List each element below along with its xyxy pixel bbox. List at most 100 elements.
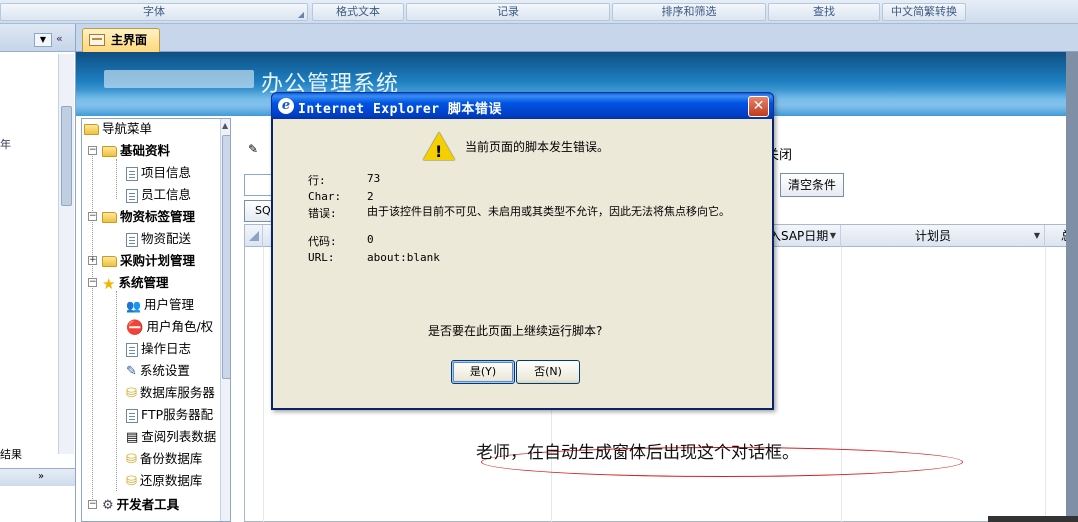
tree-node-system-settings[interactable]: ✎ 系统设置: [126, 361, 190, 381]
navigation-pane-header: ▼ «: [0, 24, 75, 52]
nav-result-label: 结果: [0, 448, 22, 461]
dialog-title: Internet Explorer 脚本错误: [298, 102, 502, 117]
warning-exclamation: !: [435, 142, 443, 161]
tree-node-operation-log[interactable]: 操作日志: [126, 339, 191, 359]
tree-node-label: 备份数据库: [139, 451, 203, 466]
document-tab-strip: 主界面: [76, 24, 1078, 52]
select-all-corner[interactable]: [245, 225, 263, 247]
ribbon-group-rich-text[interactable]: 格式文本: [312, 3, 404, 21]
tree-node-ftp-server[interactable]: FTP服务器配: [126, 405, 213, 425]
list-icon: ▤: [126, 429, 139, 445]
star-icon: ★: [102, 274, 116, 293]
ribbon-group-label: 查找: [813, 5, 835, 18]
tree-node-db-server[interactable]: ⛁ 数据库服务器: [126, 383, 215, 403]
tree-node-system-mgmt[interactable]: ★ 系统管理: [102, 273, 168, 293]
column-header-planner[interactable]: 计划员 ▼: [841, 225, 1045, 247]
tree-node-dev-tools[interactable]: ⚙ 开发者工具: [102, 495, 179, 515]
column-header-label: 计划员: [915, 229, 952, 243]
folder-open-icon: [102, 212, 117, 223]
folder-icon: [102, 256, 117, 267]
dialog-heading: 当前页面的脚本发生错误。: [465, 140, 610, 154]
tab-main-interface[interactable]: 主界面: [82, 28, 160, 52]
chevron-down-icon[interactable]: ▼: [34, 33, 52, 47]
yes-button[interactable]: 是(Y): [451, 360, 515, 384]
field-label-line: 行:: [308, 174, 326, 187]
tree-node-user-roles[interactable]: ⛔ 用户角色/权: [126, 317, 213, 337]
scrollbar-thumb[interactable]: [61, 106, 72, 206]
collapse-pane-icon[interactable]: «: [56, 32, 63, 45]
ribbon-group-font[interactable]: 字体 ◢: [0, 3, 308, 21]
document-icon: [126, 166, 138, 181]
collapse-icon[interactable]: −: [88, 146, 97, 155]
database-icon: ⛁: [126, 385, 137, 401]
document-icon: [126, 188, 138, 203]
tree-node-label: 物资配送: [141, 231, 192, 246]
script-error-dialog: e Internet Explorer 脚本错误 ✕ ! 当前页面的脚本发生错误…: [271, 92, 774, 410]
ribbon-group-label: 排序和筛选: [661, 5, 717, 18]
tree-guide-line: [92, 147, 93, 499]
dropdown-arrow-icon[interactable]: ▼: [830, 225, 836, 247]
dialog-launcher-icon[interactable]: ◢: [298, 7, 304, 23]
tree-node-lookup-data[interactable]: ▤ 查阅列表数据: [126, 427, 216, 447]
tree-scrollbar[interactable]: ▲: [220, 119, 230, 521]
tree-node-material-delivery[interactable]: 物资配送: [126, 229, 191, 249]
new-record-icon[interactable]: ✎: [248, 142, 258, 156]
ribbon-group-label: 中文简繁转换: [891, 5, 957, 18]
tree-node-material-tags[interactable]: 物资标签管理: [102, 207, 195, 227]
tree-node-label: 用户管理: [143, 297, 194, 312]
dialog-title-bar[interactable]: e Internet Explorer 脚本错误 ✕: [271, 92, 774, 119]
tree-node-label: FTP服务器配: [141, 407, 214, 422]
window-edge: [1066, 52, 1078, 522]
tree-node-root[interactable]: 导航菜单: [84, 119, 152, 139]
tree-node-backup-db[interactable]: ⛁ 备份数据库: [126, 449, 202, 469]
ribbon-group-label: 格式文本: [336, 5, 380, 18]
tree-node-employee-info[interactable]: 员工信息: [126, 185, 191, 205]
ribbon-group-chinese-conversion[interactable]: 中文简繁转换: [882, 3, 966, 21]
scrollbar-thumb[interactable]: [222, 135, 230, 379]
column-header-sap-date[interactable]: 入SAP日期 ▼: [765, 225, 841, 247]
tree-node-label: 项目信息: [141, 165, 192, 180]
annotation-text: 老师，在自动生成窗体后出现这个对话框。: [476, 443, 799, 463]
ribbon-group-find[interactable]: 查找: [768, 3, 880, 21]
tree-node-label: 采购计划管理: [120, 253, 196, 268]
tree-node-label: 物资标签管理: [120, 209, 196, 224]
expand-icon[interactable]: +: [88, 256, 97, 265]
double-chevron-up-icon[interactable]: »: [38, 471, 44, 482]
tree-node-project-info[interactable]: 项目信息: [126, 163, 191, 183]
dropdown-arrow-icon[interactable]: ▼: [1034, 225, 1040, 247]
ribbon-group-records[interactable]: 记录: [406, 3, 610, 21]
tree-node-restore-db[interactable]: ⛁ 还原数据库: [126, 471, 202, 491]
collapse-icon[interactable]: −: [88, 500, 97, 509]
clear-conditions-button[interactable]: 清空条件: [780, 173, 844, 197]
collapse-icon[interactable]: −: [88, 278, 97, 287]
tree-node-label: 还原数据库: [139, 473, 203, 488]
tree-node-purchase-plan[interactable]: 采购计划管理: [102, 251, 195, 271]
field-value-url: about:blank: [367, 251, 440, 264]
users-icon: 👥: [126, 298, 141, 313]
tree-node-label: 基础资料: [120, 143, 171, 158]
tree-node-label: 用户角色/权: [146, 319, 214, 334]
folder-icon: [84, 124, 99, 135]
tree-guide-line: [116, 291, 117, 491]
field-label-error: 错误:: [308, 207, 337, 220]
document-icon: [126, 342, 138, 357]
scroll-up-icon[interactable]: ▲: [222, 121, 228, 130]
no-button[interactable]: 否(N): [516, 360, 580, 384]
database-icon: ⛁: [126, 451, 137, 467]
redacted-blur: [104, 70, 254, 88]
ribbon-group-sort-filter[interactable]: 排序和筛选: [612, 3, 766, 21]
close-icon[interactable]: ✕: [748, 96, 769, 117]
collapse-icon[interactable]: −: [88, 212, 97, 221]
nav-group-bar[interactable]: »: [0, 468, 75, 486]
tree-node-user-mgmt[interactable]: 👥 用户管理: [126, 295, 194, 315]
navigation-scrollbar[interactable]: [58, 54, 74, 454]
tree-node-label: 数据库服务器: [139, 385, 215, 400]
window-edge: [988, 516, 1078, 522]
tree-node-basic-data[interactable]: 基础资料: [102, 141, 170, 161]
field-label-url: URL:: [308, 251, 335, 264]
tree-node-label: 开发者工具: [116, 497, 180, 512]
tree-node-label: 系统设置: [139, 363, 190, 378]
no-entry-icon: ⛔: [126, 319, 144, 336]
folder-open-icon: [102, 146, 117, 157]
tree-node-label: 查阅列表数据: [141, 429, 217, 444]
